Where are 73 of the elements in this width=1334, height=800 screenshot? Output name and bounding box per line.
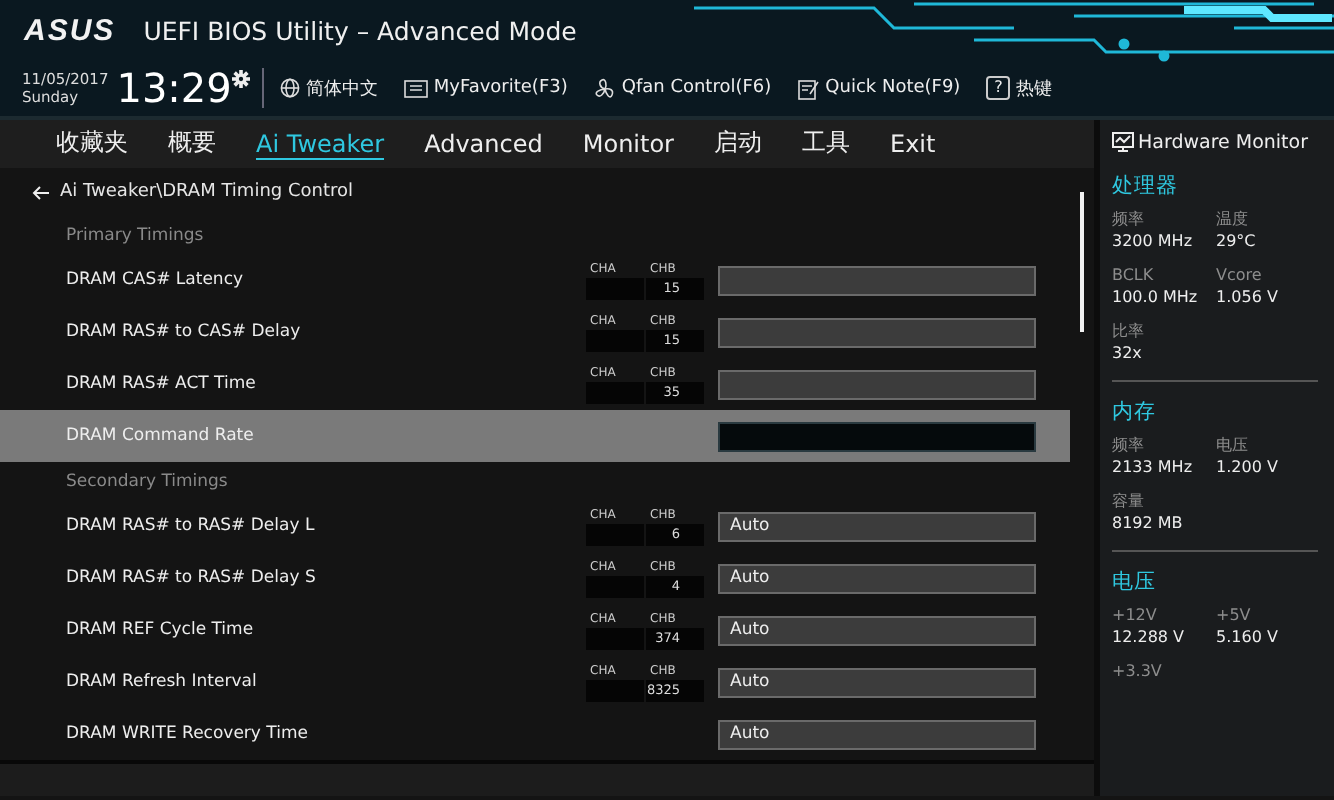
metric-value: 5.160 V bbox=[1216, 626, 1280, 648]
setting-label: DRAM CAS# Latency bbox=[66, 270, 246, 290]
metric-value: 1.056 V bbox=[1216, 286, 1280, 308]
setting-row[interactable]: DRAM Command Rate bbox=[0, 410, 1070, 462]
setting-label: DRAM REF Cycle Time bbox=[66, 620, 256, 640]
list-icon bbox=[403, 79, 428, 97]
setting-row[interactable]: DRAM WRITE Recovery Time Auto bbox=[0, 708, 1070, 760]
menu-tab[interactable]: 工具 bbox=[802, 126, 850, 162]
menu-tab[interactable]: 概要 bbox=[168, 126, 216, 162]
section-title: 内存 bbox=[1112, 398, 1158, 426]
panel-title: Hardware Monitor bbox=[1138, 131, 1308, 153]
value-field[interactable]: Auto bbox=[718, 563, 1036, 593]
metric-label: 电压 bbox=[1216, 434, 1250, 456]
menu-tab[interactable]: Ai Tweaker bbox=[256, 129, 385, 159]
metric-value: 29°C bbox=[1216, 230, 1258, 252]
value-field[interactable] bbox=[718, 265, 1036, 295]
setting-label: DRAM Refresh Interval bbox=[66, 672, 259, 692]
metric-label: 频率 bbox=[1112, 434, 1146, 456]
value-field[interactable] bbox=[718, 317, 1036, 347]
setting-label: DRAM RAS# to CAS# Delay bbox=[66, 322, 303, 342]
metric-label: BCLK bbox=[1112, 264, 1156, 286]
toolbar-button[interactable]: Quick Note(F9) bbox=[797, 77, 961, 99]
metric-label: +5V bbox=[1216, 604, 1253, 626]
metric-value: 8192 MB bbox=[1112, 512, 1185, 534]
value-field[interactable]: Auto bbox=[718, 667, 1036, 697]
monitor-icon bbox=[1112, 132, 1134, 152]
setting-label: DRAM RAS# to RAS# Delay L bbox=[66, 516, 317, 536]
menu-tab[interactable]: 收藏夹 bbox=[56, 126, 128, 162]
section-heading: Primary Timings bbox=[64, 223, 206, 249]
section-heading: Secondary Timings bbox=[64, 469, 230, 495]
metric-label: 温度 bbox=[1216, 208, 1250, 230]
clock-time: 13:29 bbox=[116, 64, 232, 112]
metric-label: 容量 bbox=[1112, 490, 1146, 512]
value-field[interactable] bbox=[718, 369, 1036, 399]
back-arrow-icon[interactable] bbox=[32, 185, 50, 199]
menu-tab[interactable]: 启动 bbox=[714, 126, 762, 162]
metric-label: Vcore bbox=[1216, 264, 1264, 286]
metric-label: +3.3V bbox=[1112, 660, 1164, 682]
setting-label: DRAM WRITE Recovery Time bbox=[66, 724, 310, 744]
metric-value: 1.200 V bbox=[1216, 456, 1280, 478]
metric-value: 12.288 V bbox=[1112, 626, 1187, 648]
metric-value: 100.0 MHz bbox=[1112, 286, 1200, 308]
fan-icon bbox=[593, 77, 616, 99]
toolbar-button[interactable]: Qfan Control(F6) bbox=[593, 77, 772, 99]
window-title: UEFI BIOS Utility – Advanced Mode bbox=[143, 15, 577, 45]
globe-icon bbox=[279, 78, 300, 98]
section-title: 处理器 bbox=[1112, 172, 1180, 200]
setting-label: DRAM RAS# to RAS# Delay S bbox=[66, 568, 318, 588]
section-title: 电压 bbox=[1112, 568, 1158, 596]
metric-label: +12V bbox=[1112, 604, 1159, 626]
metric-label: 比率 bbox=[1112, 320, 1146, 342]
toolbar-button[interactable]: 简体中文 bbox=[279, 75, 378, 101]
setting-label: DRAM Command Rate bbox=[66, 426, 256, 446]
breadcrumb: Ai Tweaker\DRAM Timing Control bbox=[60, 182, 354, 202]
settings-icon[interactable] bbox=[231, 70, 250, 88]
note-icon bbox=[797, 77, 820, 99]
toolbar-button[interactable]: MyFavorite(F3) bbox=[403, 78, 568, 98]
value-field[interactable]: Auto bbox=[718, 719, 1036, 749]
value-field[interactable]: Auto bbox=[718, 511, 1036, 541]
metric-value: 32x bbox=[1112, 342, 1144, 364]
menu-tab[interactable]: Exit bbox=[890, 129, 936, 159]
value-field[interactable] bbox=[718, 421, 1036, 451]
toolbar-button[interactable]: ? 热键 bbox=[986, 75, 1053, 101]
metric-value: 2133 MHz bbox=[1112, 456, 1195, 478]
metric-label: 频率 bbox=[1112, 208, 1146, 230]
metric-value: 3200 MHz bbox=[1112, 230, 1195, 252]
menu-tab[interactable]: Monitor bbox=[582, 129, 674, 159]
value-field[interactable]: Auto bbox=[718, 615, 1036, 645]
setting-label: DRAM RAS# ACT Time bbox=[66, 374, 258, 394]
menu-tab[interactable]: Advanced bbox=[424, 129, 543, 159]
logo: ASUS bbox=[24, 13, 116, 47]
scrollbar-thumb[interactable] bbox=[1080, 192, 1084, 332]
help-icon: ? bbox=[986, 76, 1011, 100]
